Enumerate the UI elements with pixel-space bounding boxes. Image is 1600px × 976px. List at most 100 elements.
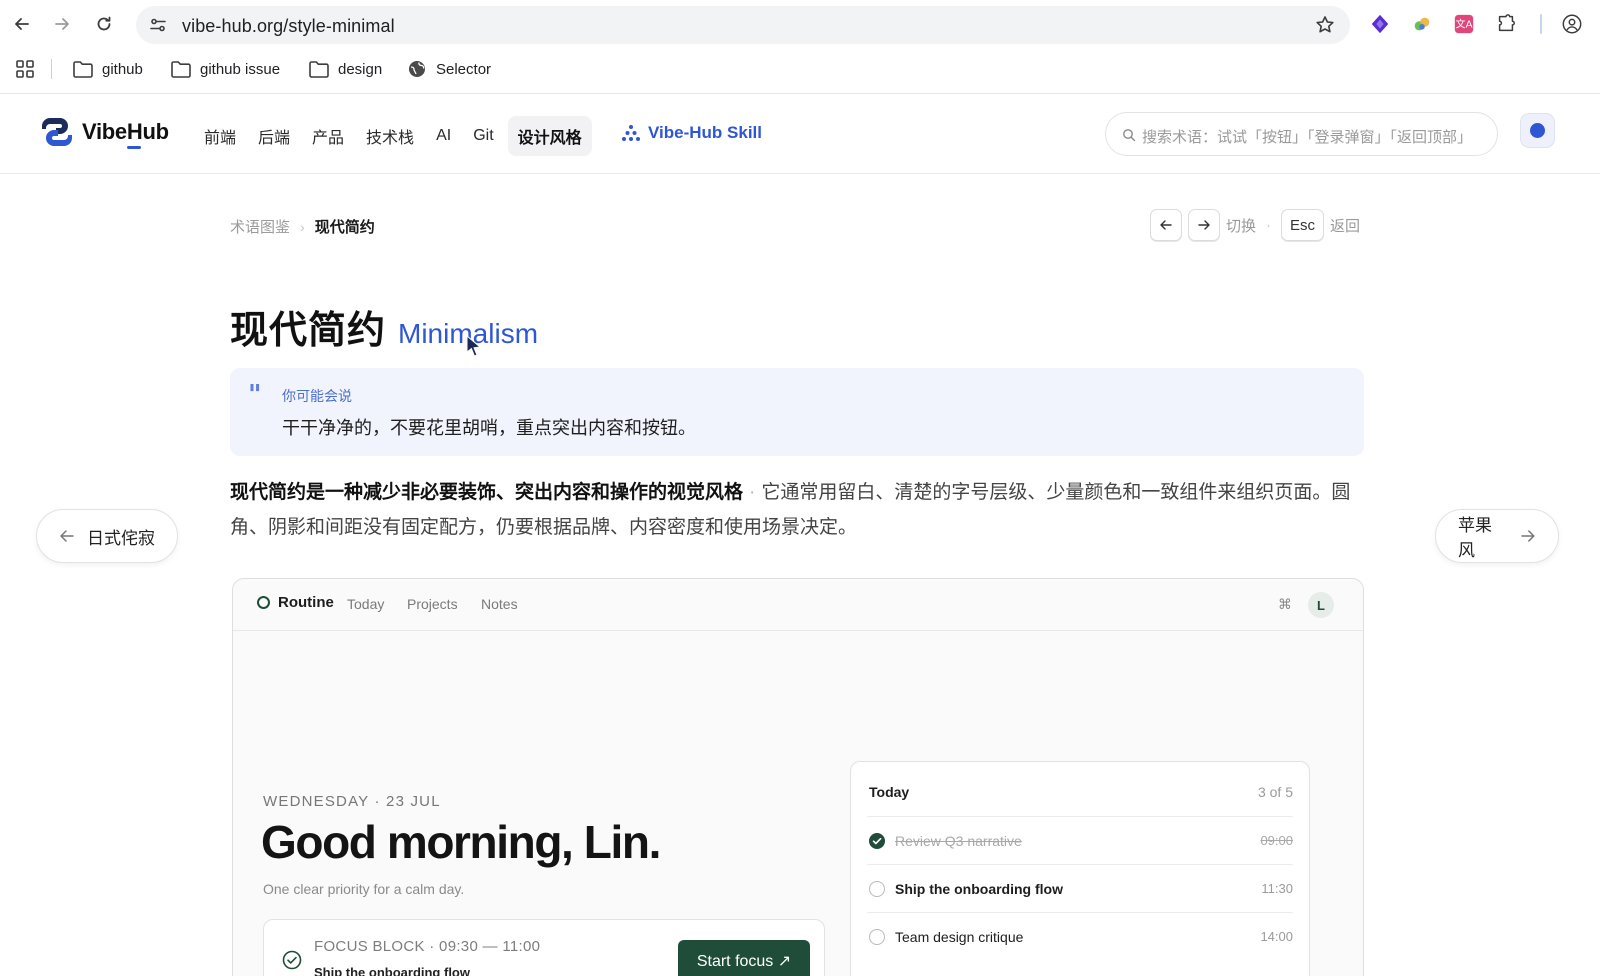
keyboard-shortcuts: 切换 · Esc 返回 [1150,209,1360,241]
svg-text:文A: 文A [1456,18,1473,31]
focus-block-card: FOCUS BLOCK · 09:30 — 11:00 Ship the onb… [263,919,825,976]
nav-ai[interactable]: AI [428,119,459,153]
task-label: Team design critique [895,929,1024,945]
next-key-button[interactable] [1188,209,1220,241]
toolbar-divider [1540,14,1542,34]
folder-icon [73,61,93,78]
address-bar[interactable]: vibe-hub.org/style-minimal [136,6,1350,44]
start-focus-button[interactable]: Start focus ↗ [678,940,810,976]
preview-tab-notes[interactable]: Notes [481,596,518,612]
bookmark-label: github issue [200,60,281,78]
task-row[interactable]: Team design critique 14:00 [867,912,1293,960]
arrow-right-icon [55,18,69,30]
back-label: 返回 [1330,217,1361,235]
extension-translate-icon[interactable]: 文A [1452,12,1476,36]
arrow-right-icon [1521,530,1535,542]
prev-key-button[interactable] [1150,209,1182,241]
focus-title: Ship the onboarding flow [314,965,470,976]
apps-grid-icon[interactable] [14,58,36,80]
extensions-icon[interactable] [1494,12,1518,36]
task-time: 09:00 [1260,833,1293,848]
task-checkbox-icon[interactable] [869,881,885,897]
esc-key-button[interactable]: Esc [1281,209,1325,241]
title-zh: 现代简约 [230,310,387,352]
lead-paragraph: 现代简约是一种减少非必要装饰、突出内容和操作的视觉风格 · 它通常用留白、清楚的字号… [230,475,1364,545]
theme-dot-icon [1530,123,1545,138]
switch-label: 切换 [1226,217,1257,235]
preview-brand[interactable]: Routine [257,594,334,611]
lead-bold: 现代简约是一种减少非必要装饰、突出内容和操作的视觉风格 [230,482,744,503]
extension-puzzle-color-icon[interactable] [1410,12,1434,36]
reload-icon [97,16,111,31]
task-time: 14:00 [1260,929,1293,944]
extension-diamond-icon[interactable] [1368,12,1392,36]
arrow-left-icon [1160,220,1172,230]
url-text[interactable]: vibe-hub.org/style-minimal [182,16,395,37]
nav-design-style[interactable]: 设计风格 [507,116,592,156]
preview-subtitle: One clear priority for a calm day. [263,881,465,897]
bookmark-star-icon[interactable] [1314,14,1336,36]
skill-triangle-icon [622,125,640,141]
task-row[interactable]: Ship the onboarding flow 11:30 [867,864,1293,912]
skill-label: Vibe-Hub Skill [648,123,762,142]
preview-tab-projects[interactable]: Projects [407,596,458,612]
check-circle-icon [282,950,302,970]
site-header: VibeHub 前端 后端 产品 技术栈 AI Git 设计风格 Vibe-Hu… [0,94,1600,174]
next-style-button[interactable]: 苹果风 [1435,509,1559,563]
task-label: Review Q3 narrative [895,833,1022,849]
task-label: Ship the onboarding flow [895,881,1063,897]
forward-button[interactable] [50,12,74,36]
nav-git[interactable]: Git [465,119,501,153]
bookmarks-bar: github github issue design Selector [0,52,1600,86]
preview-brand-label: Routine [278,594,334,611]
back-button[interactable] [10,12,34,36]
bookmark-label: github [102,60,143,78]
nav-frontend[interactable]: 前端 [196,116,244,156]
bookmark-github[interactable]: github [72,57,143,81]
theme-toggle-button[interactable] [1520,113,1555,148]
task-checkbox-icon[interactable] [869,929,885,945]
preview-nav: Routine Today Projects Notes ⌘ L [233,579,1363,631]
today-title: Today [869,784,910,800]
breadcrumb-current: 现代简约 [314,219,375,236]
bookmark-label: Selector [436,60,492,78]
quote-block: " 你可能会说 干干净净的，不要花里胡哨，重点突出内容和按钮。 [230,368,1364,456]
address-row: vibe-hub.org/style-minimal 文A [0,0,1600,48]
arrow-left-icon [60,530,74,542]
preview-greeting: Good morning, Lin. [261,816,661,868]
routine-ring-icon [257,596,270,609]
vibe-hub-skill-link[interactable]: Vibe-Hub Skill [622,123,762,143]
main-nav: 前端 后端 产品 技术栈 AI Git 设计风格 [196,116,592,156]
vibehub-logo-icon [42,118,72,146]
search-placeholder: 搜索术语：试试「按钮」「登录弹窗」「返回顶部」 [1142,129,1473,146]
site-settings-icon[interactable] [148,15,168,35]
bookmark-github-issue[interactable]: github issue [170,57,280,81]
bookmark-label: design [338,60,383,78]
reload-button[interactable] [92,12,116,36]
nav-backend[interactable]: 后端 [250,116,298,156]
folder-icon [309,61,329,78]
task-time: 11:30 [1261,881,1293,896]
quote-label: 你可能会说 [282,388,352,404]
globe-icon [409,61,425,77]
breadcrumb-parent[interactable]: 术语图鉴 [230,216,290,237]
page-title: 现代简约 Minimalism [230,299,538,354]
logo-text: VibeHub [82,119,169,144]
bookmark-selector[interactable]: Selector [406,57,491,81]
profile-icon[interactable] [1560,12,1584,36]
quote-text: 干干净净的，不要花里胡哨，重点突出内容和按钮。 [282,418,696,438]
command-icon[interactable]: ⌘ [1278,596,1292,613]
preview-date: WEDNESDAY · 23 JUL [263,793,441,810]
nav-tech-stack[interactable]: 技术栈 [358,116,422,156]
task-row[interactable]: Review Q3 narrative 09:00 [867,816,1293,864]
site-logo[interactable]: VibeHub [40,115,169,149]
folder-icon [171,61,191,78]
task-done-check-icon[interactable] [869,833,885,849]
prev-style-button[interactable]: 日式侘寂 [36,509,178,563]
search-input[interactable]: 搜索术语：试试「按钮」「登录弹窗」「返回顶部」 [1105,112,1498,156]
nav-product[interactable]: 产品 [304,116,352,156]
avatar[interactable]: L [1308,592,1334,618]
preview-tab-today[interactable]: Today [347,596,384,612]
bookmark-design[interactable]: design [308,57,382,81]
separator-dot: · [1266,216,1272,234]
